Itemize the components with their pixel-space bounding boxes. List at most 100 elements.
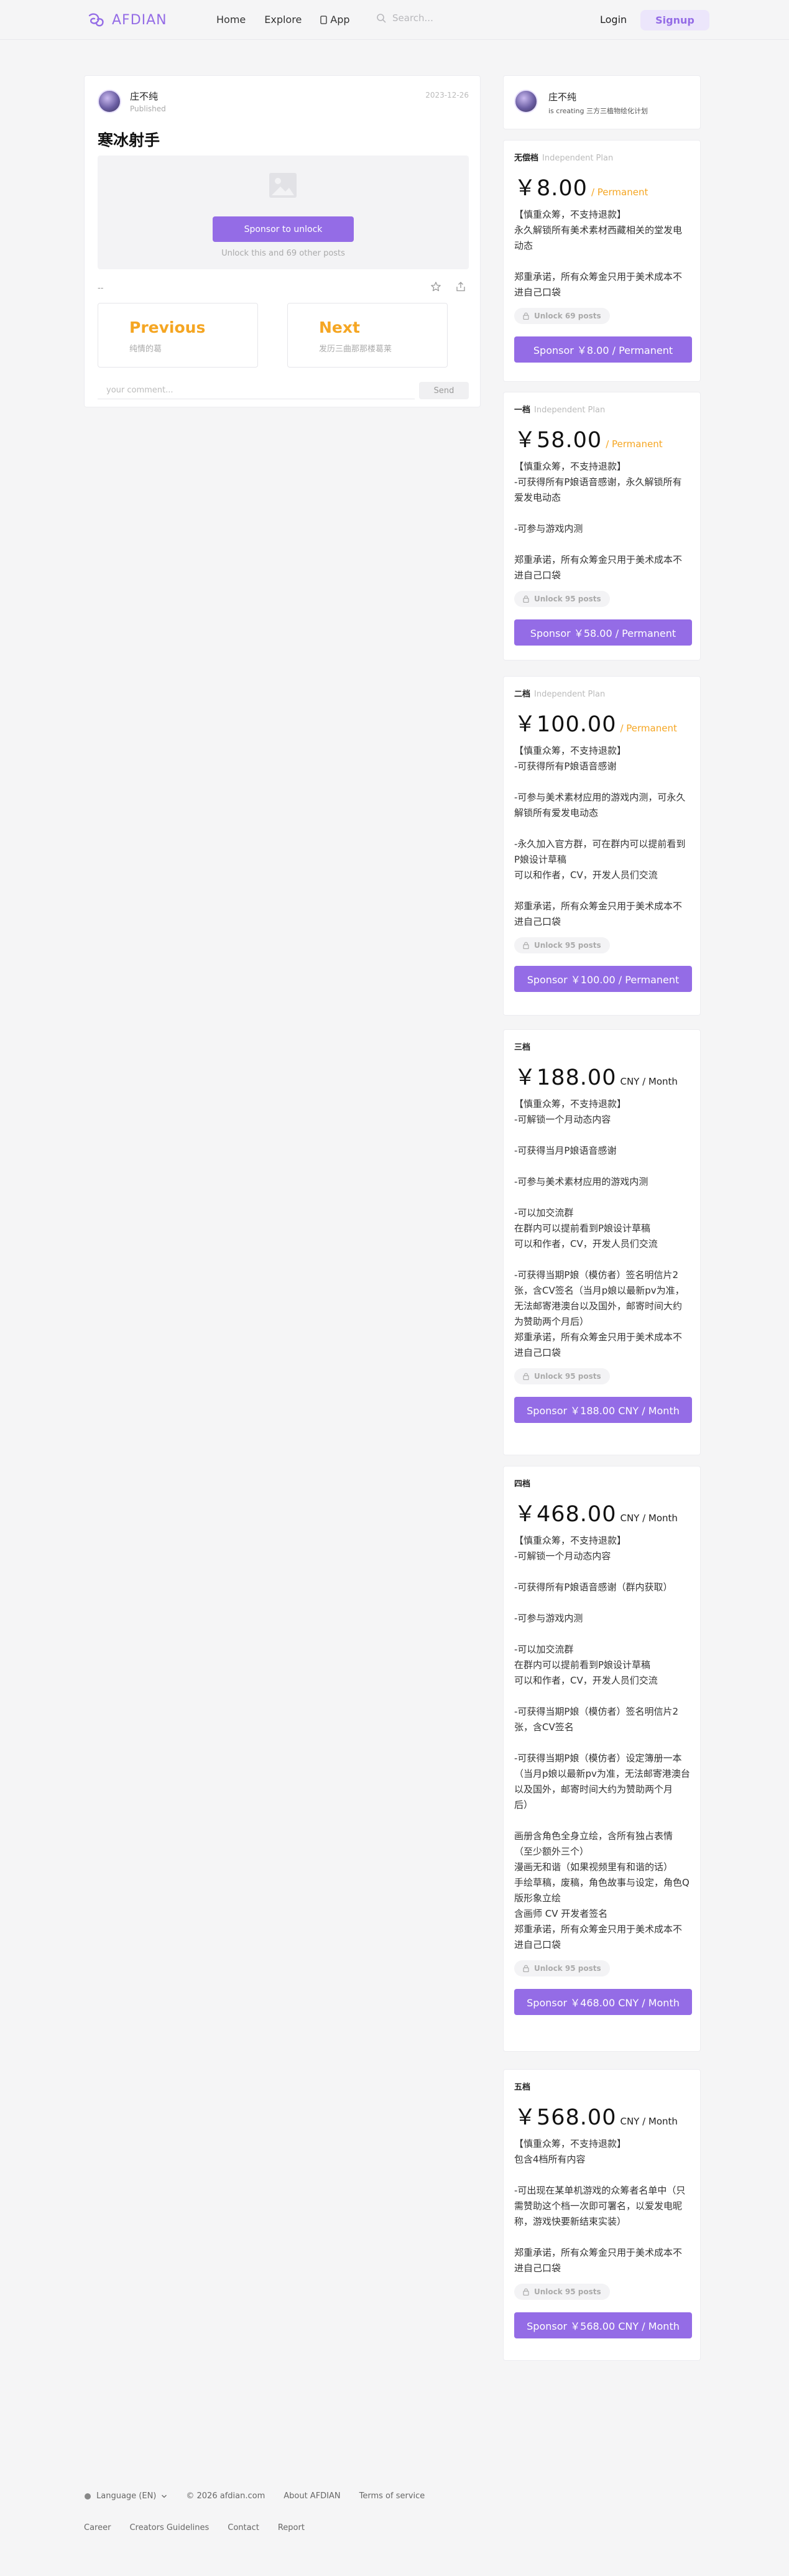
career-link[interactable]: Career [84, 2523, 111, 2532]
search-input[interactable]: Search... [376, 12, 433, 24]
terms-link[interactable]: Terms of service [359, 2491, 425, 2501]
plan-price-row: ￥568.00 CNY / Month [514, 2100, 691, 2131]
signup-button[interactable]: Signup [640, 10, 709, 30]
logo-icon [88, 13, 104, 27]
plan-description: 【慎重众筹，不支持退款】 -可解锁一个月动态内容 -可获得所有P娘语音感谢（群内… [514, 1535, 690, 1950]
previous-post-card[interactable]: Previous 纯情的葛 [98, 303, 258, 368]
avatar[interactable] [98, 90, 121, 113]
copyright: © 2026 afdian.com [186, 2491, 265, 2501]
plan-price-row: ￥188.00 CNY / Month [514, 1060, 691, 1091]
sponsor-button[interactable]: Sponsor ￥188.00 CNY / Month [514, 1397, 692, 1423]
plan-name: 无偿档 Independent Plan [514, 151, 691, 163]
phone-icon [320, 15, 327, 24]
sponsor-button[interactable]: Sponsor ￥58.00 / Permanent [514, 619, 692, 646]
plan-description: 【慎重众筹，不支持退款】 包含4档所有内容 -可出现在某单机游戏的众筹者名单中（… [514, 2138, 686, 2274]
plan-title: 三档 [514, 1043, 531, 1052]
plan-name: 五档 [514, 2080, 691, 2092]
footer-row: Language (EN) © 2026 afdian.com About AF… [84, 2491, 425, 2501]
contact-link[interactable]: Contact [228, 2523, 259, 2532]
sponsor-button[interactable]: Sponsor ￥568.00 CNY / Month [514, 2312, 692, 2338]
plan-card: 一档 Independent Plan ￥58.00 / Permanent 【慎重… [503, 392, 701, 660]
plan-card: 二档 Independent Plan ￥100.00/ Permanent 【慎… [503, 676, 701, 1016]
sponsor-button[interactable]: Sponsor ￥100.00 / Permanent [514, 966, 692, 992]
previous-post-title: 纯情的葛 [129, 345, 162, 354]
plan-unit: / Permanent [606, 438, 663, 450]
send-button[interactable]: Send [419, 382, 469, 399]
unlock-posts-badge: Unlock 95 posts [514, 1368, 610, 1384]
post-author: 庄不纯 Published [98, 90, 166, 113]
plan-name: 三档 [514, 1040, 691, 1052]
sponsor-button[interactable]: Sponsor ￥468.00 CNY / Month [514, 1989, 692, 2015]
chevron-down-icon [162, 2495, 167, 2498]
unlock-posts-badge: Unlock 95 posts [514, 2284, 610, 2300]
login-link[interactable]: Login [600, 14, 627, 25]
unlock-posts-label: Unlock 95 posts [534, 595, 601, 603]
language-label: Language (EN) [96, 2491, 157, 2501]
post-tags: -- [98, 284, 104, 293]
top-bar: AFDIAN Home Explore App Search... Login … [0, 0, 789, 40]
report-link[interactable]: Report [278, 2523, 305, 2532]
plan-price: ￥468.00 [514, 1502, 617, 1527]
unlock-posts-label: Unlock 95 posts [534, 1964, 601, 1973]
creator-card[interactable]: 庄不纯 is creating 三方三植物绘化计划 [503, 75, 701, 129]
plan-price: ￥100.00 [514, 712, 617, 737]
globe-icon [85, 2493, 91, 2500]
plan-price: ￥8.00 [514, 176, 588, 201]
star-icon[interactable] [430, 281, 441, 292]
nav-app[interactable]: App [320, 14, 350, 25]
post-actions [430, 281, 466, 292]
plan-title: 一档 [514, 405, 531, 415]
next-label: Next [319, 318, 360, 336]
plan-card: 五档 ￥568.00 CNY / Month 【慎重众筹，不支持退款】 包含4档所… [503, 2069, 701, 2361]
unlock-posts-label: Unlock 95 posts [534, 1372, 601, 1381]
language-selector[interactable]: Language (EN) [84, 2491, 167, 2501]
nav-explore[interactable]: Explore [264, 14, 302, 25]
lock-icon [523, 942, 529, 949]
lock-icon [523, 1373, 529, 1380]
creator-avatar[interactable] [514, 90, 538, 113]
plan-title: 二档 [514, 690, 531, 699]
previous-label: Previous [129, 318, 206, 336]
lock-icon [523, 2288, 529, 2296]
guidelines-link[interactable]: Creators Guidelines [129, 2523, 209, 2532]
plan-description: 【慎重众筹，不支持退款】 -可解锁一个月动态内容 -可获得当月P娘语音感谢 -可… [514, 1098, 685, 1358]
plan-price-row: ￥58.00 / Permanent [514, 422, 691, 454]
lock-icon [523, 312, 529, 320]
sponsor-to-unlock-button[interactable]: Sponsor to unlock [213, 216, 354, 242]
plan-price-row: ￥8.00/ Permanent [514, 170, 691, 202]
sponsor-button[interactable]: Sponsor ￥8.00 / Permanent [514, 336, 692, 363]
plan-price-row: ￥468.00 CNY / Month [514, 1496, 691, 1528]
plan-unit: CNY / Month [620, 1513, 678, 1524]
plan-name: 一档 Independent Plan [514, 403, 691, 415]
unlock-posts-badge: Unlock 95 posts [514, 1960, 610, 1976]
footer-links: Career Creators Guidelines Contact Repor… [84, 2523, 425, 2532]
plan-description: 【慎重众筹，不支持退款】 -可获得所有P娘语音感谢，永久解锁所有爱发电动态 -可… [514, 461, 683, 581]
about-link[interactable]: About AFDIAN [284, 2491, 340, 2501]
unlock-posts-badge: Unlock 95 posts [514, 937, 610, 953]
next-post-card[interactable]: Next 发历三曲那那楼葛莱 [287, 303, 448, 368]
creator-name[interactable]: 庄不纯 [548, 90, 576, 103]
plan-type: Independent Plan [534, 690, 606, 699]
plan-card: 三档 ￥188.00 CNY / Month 【慎重众筹，不支持退款】 -可解锁一… [503, 1029, 701, 1455]
search-icon [377, 14, 386, 23]
search-placeholder: Search... [392, 12, 433, 24]
plan-name: 二档 Independent Plan [514, 687, 691, 699]
nav-app-label: App [330, 14, 350, 25]
comment-input[interactable]: your comment... [98, 382, 415, 399]
plan-card: 无偿档 Independent Plan ￥8.00/ Permanent 【慎重… [503, 140, 701, 382]
plan-title: 无偿档 [514, 154, 539, 163]
unlock-posts-badge: Unlock 69 posts [514, 308, 610, 324]
post-date: 2023-12-26 [425, 91, 469, 100]
next-post-title: 发历三曲那那楼葛莱 [319, 345, 392, 354]
author-name[interactable]: 庄不纯 [130, 90, 166, 103]
main-nav: Home Explore App [216, 14, 350, 25]
plan-description: 【慎重众筹，不支持退款】 -可获得所有P娘语音感谢 -可参与美术素材应用的游戏内… [514, 745, 686, 927]
lock-icon [523, 595, 529, 603]
logo[interactable]: AFDIAN [87, 10, 167, 30]
footer: Language (EN) © 2026 afdian.com About AF… [84, 2491, 425, 2532]
plan-name: 四档 [514, 1477, 691, 1489]
nav-home[interactable]: Home [216, 14, 246, 25]
share-icon[interactable] [455, 281, 466, 292]
unlock-posts-label: Unlock 95 posts [534, 941, 601, 950]
plan-unit: / Permanent [591, 187, 648, 198]
